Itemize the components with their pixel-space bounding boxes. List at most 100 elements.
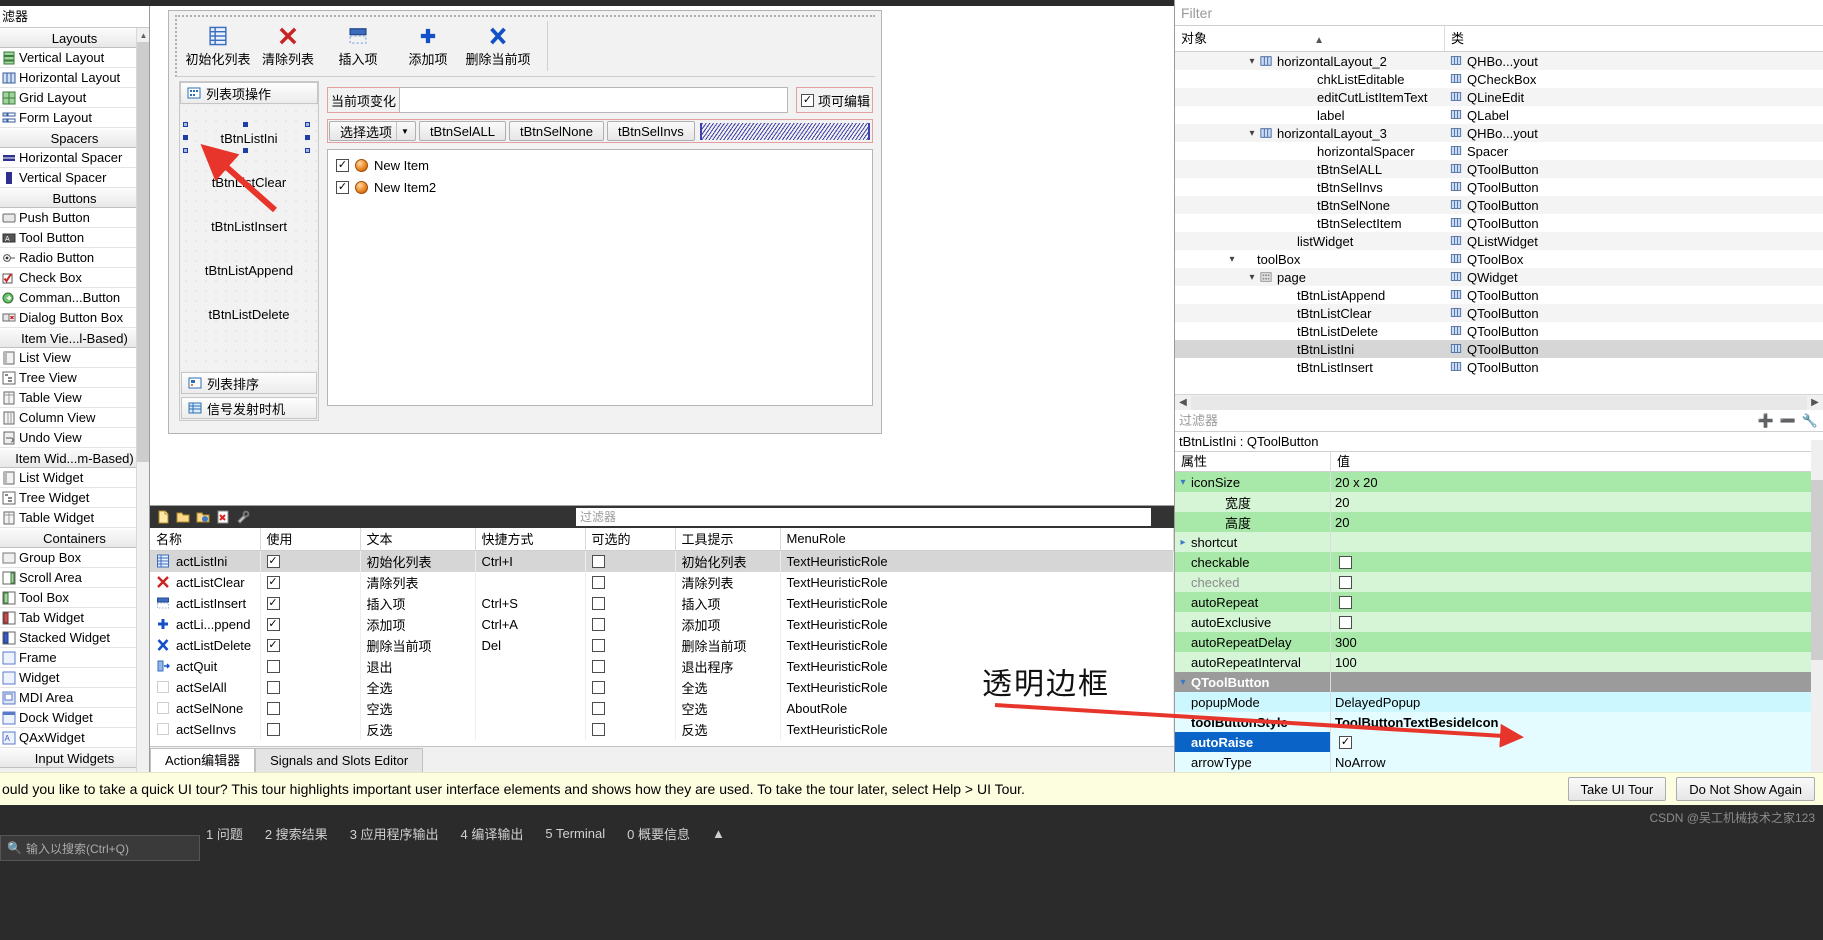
widget-item-form-layout[interactable]: Form Layout [0, 108, 149, 128]
resize-handle-3[interactable] [243, 122, 248, 127]
widget-item-horizontal-spacer[interactable]: Horizontal Spacer [0, 148, 149, 168]
property-key-cell[interactable]: ▾ QToolButton [1175, 672, 1331, 692]
property-value-cell[interactable]: 20 x 20 [1331, 472, 1823, 492]
object-inspector-hscrollbar[interactable]: ◀ ▶ [1175, 394, 1823, 410]
action-text-cell[interactable]: 反选 [360, 718, 476, 740]
delete-action-icon[interactable] [216, 510, 230, 524]
property-row-autoRepeatDelay[interactable]: autoRepeatDelay 300 [1175, 632, 1823, 652]
current-item-lineedit[interactable] [399, 87, 788, 113]
tbtn-sel-all[interactable]: tBtnSelALL [418, 121, 506, 141]
action-text-cell[interactable]: 插入项 [360, 592, 476, 614]
property-key-cell[interactable]: autoRepeatInterval [1175, 652, 1331, 672]
value-checkbox[interactable] [1339, 555, 1352, 569]
list-item[interactable]: ✓ New Item [330, 154, 870, 176]
value-checkbox[interactable] [1339, 595, 1352, 609]
action-shortcut-cell[interactable]: Ctrl+S [475, 592, 586, 614]
action-shortcut-cell[interactable] [475, 676, 586, 698]
action-used-cell[interactable]: ✓ [260, 592, 361, 614]
object-row-editCutListItemText[interactable]: editCutListItemText QLineEdit [1175, 88, 1823, 106]
property-row-shortcut[interactable]: ▸ shortcut [1175, 532, 1823, 552]
selection-handles[interactable] [183, 122, 315, 154]
list-item[interactable]: ✓ New Item2 [330, 176, 870, 198]
property-key-cell[interactable]: autoExclusive [1175, 612, 1331, 632]
action-menurole-cell[interactable]: TextHeuristicRole [780, 571, 1174, 593]
widget-category-4[interactable]: Item Wid...m-Based) [0, 448, 149, 468]
widget-item-dock-widget[interactable]: Dock Widget [0, 708, 149, 728]
action-shortcut-cell[interactable] [475, 718, 586, 740]
output-pane-selector[interactable]: 1 问题 2 搜索结果 3 应用程序输出 4 编译输出 5 Terminal 0 概要信息… [0, 822, 1823, 844]
checkbox-glyph[interactable]: ✓ [800, 93, 814, 107]
action-shortcut-cell[interactable]: Del [475, 634, 586, 656]
action-column-5[interactable]: 工具提示 [675, 528, 781, 551]
checkable-checkbox[interactable] [591, 701, 605, 715]
action-column-4[interactable]: 可选的 [585, 528, 676, 551]
widget-item-mdi-area[interactable]: MDI Area [0, 688, 149, 708]
property-editor-rows[interactable]: ▾ iconSize 20 x 20 宽度 20 高度 20 ▸ shortcut checkab… [1175, 472, 1823, 772]
tab-Action编辑器[interactable]: Action编辑器 [150, 748, 256, 772]
object-name-cell[interactable]: tBtnListInsert [1175, 360, 1445, 375]
action-tooltip-cell[interactable]: 添加项 [675, 613, 781, 635]
action-row-actListIni[interactable]: actListIni ✓ 初始化列表 Ctrl+I 初始化列表 TextHeuristic… [150, 550, 1174, 572]
object-row-toolBox[interactable]: ▾ toolBox QToolBox [1175, 250, 1823, 268]
used-checkbox[interactable]: ✓ [266, 638, 280, 652]
widget-item-grid-layout[interactable]: Grid Layout [0, 88, 149, 108]
used-checkbox[interactable] [266, 722, 280, 736]
action-row-actLi...ppend[interactable]: actLi...ppend ✓ 添加项 Ctrl+A 添加项 TextHeuristicR… [150, 613, 1174, 635]
value-checkbox[interactable]: ✓ [1339, 735, 1352, 749]
toolbox-tab-list-sort[interactable]: 列表排序 [181, 372, 317, 394]
property-key-cell[interactable]: ▸ shortcut [1175, 532, 1331, 552]
action-used-cell[interactable] [260, 718, 361, 740]
checkable-checkbox[interactable] [591, 575, 605, 589]
action-checkable-cell[interactable] [585, 550, 676, 572]
action-column-2[interactable]: 文本 [360, 528, 476, 551]
widget-item-column-view[interactable]: Column View [0, 408, 149, 428]
property-value-cell[interactable] [1331, 612, 1823, 632]
widget-item-group-box[interactable]: Group Box [0, 548, 149, 568]
action-filter-input[interactable]: 过滤器 [576, 508, 1151, 526]
value-checkbox[interactable] [1339, 615, 1352, 629]
property-key-cell[interactable]: autoRepeat [1175, 592, 1331, 612]
action-used-cell[interactable]: ✓ [260, 613, 361, 635]
object-name-cell[interactable]: tBtnSelectItem [1175, 216, 1445, 231]
action-text-cell[interactable]: 添加项 [360, 613, 476, 635]
property-value-cell[interactable]: 100 [1331, 652, 1823, 672]
action-column-3[interactable]: 快捷方式 [475, 528, 586, 551]
object-row-horizontalSpacer[interactable]: horizontalSpacer Spacer [1175, 142, 1823, 160]
action-used-cell[interactable]: ✓ [260, 550, 361, 572]
item-editable-checkbox[interactable]: ✓ 项可编辑 [795, 87, 873, 113]
class-column-header[interactable]: 类 [1445, 26, 1823, 51]
form-toolbar-button-3[interactable]: 添加项 [393, 17, 463, 73]
open-icon[interactable] [176, 510, 190, 524]
configure-icon[interactable] [236, 510, 250, 524]
expand-caret-icon[interactable]: ▾ [1245, 272, 1259, 283]
property-key-cell[interactable]: 宽度 [1175, 492, 1331, 512]
property-value-cell[interactable]: DelayedPopup [1331, 692, 1823, 712]
action-text-cell[interactable]: 退出 [360, 655, 476, 677]
property-key-cell[interactable]: popupMode [1175, 692, 1331, 712]
form-button-tBtnListInsert[interactable]: tBtnListInsert [187, 212, 311, 240]
tbtn-sel-invs[interactable]: tBtnSelInvs [606, 121, 695, 141]
action-checkable-cell[interactable] [585, 634, 676, 656]
widget-item-comman-button[interactable]: Comman...Button [0, 288, 149, 308]
property-row-QToolButton[interactable]: ▾ QToolButton [1175, 672, 1823, 692]
action-checkable-cell[interactable] [585, 571, 676, 593]
action-editor-toolbar[interactable]: 过滤器 [150, 506, 1174, 528]
widget-item-push-button[interactable]: Push Button [0, 208, 149, 228]
object-name-cell[interactable]: tBtnSelALL [1175, 162, 1445, 177]
property-editor-scrollbar[interactable] [1811, 440, 1823, 772]
property-row-autoRaise[interactable]: autoRaise ✓ [1175, 732, 1823, 752]
scrollbar-thumb[interactable] [1811, 480, 1823, 660]
property-key-cell[interactable]: autoRaise [1175, 732, 1331, 752]
object-name-cell[interactable]: horizontalSpacer [1175, 144, 1445, 159]
form-toolbar-button-4[interactable]: 删除当前项 [463, 17, 533, 73]
object-row-tBtnListDelete[interactable]: tBtnListDelete QToolButton [1175, 322, 1823, 340]
form-toolbar-button-1[interactable]: 清除列表 [253, 17, 323, 73]
chevron-up-icon[interactable]: ▲ [712, 826, 725, 841]
widget-item-check-box[interactable]: Check Box [0, 268, 149, 288]
action-tooltip-cell[interactable]: 全选 [675, 676, 781, 698]
property-filter-input[interactable]: 过滤器 [1179, 410, 1218, 432]
list-widget[interactable]: ✓ New Item ✓ New Item2 [327, 149, 873, 406]
action-row-actListInsert[interactable]: actListInsert ✓ 插入项 Ctrl+S 插入项 TextHeuristicR… [150, 592, 1174, 614]
object-column-header[interactable]: 对象 ▲ [1175, 26, 1445, 51]
widget-box-filter-input[interactable]: 滤器 [0, 6, 149, 28]
